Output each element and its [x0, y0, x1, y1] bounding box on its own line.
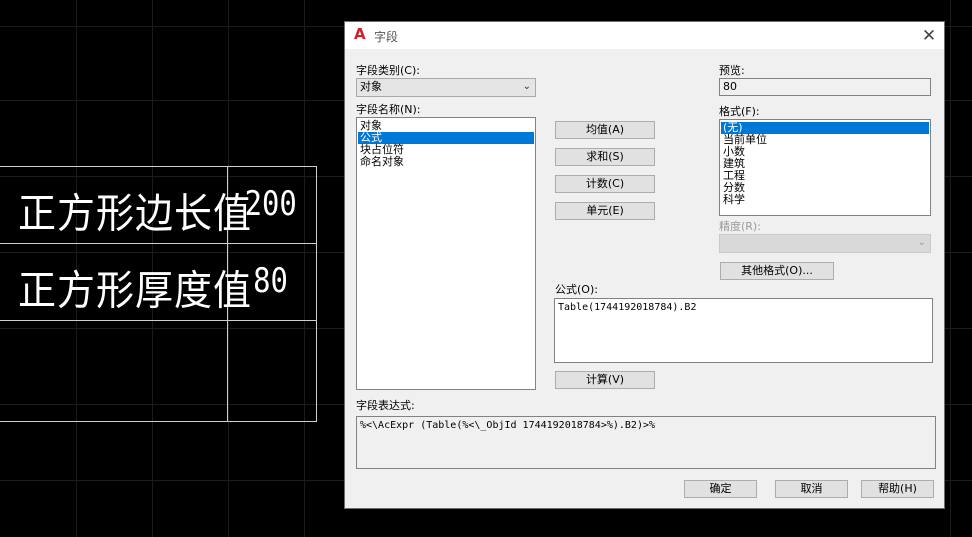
format-label: 格式(F):: [719, 105, 760, 118]
average-button[interactable]: 均值(A): [555, 121, 655, 139]
field-expression-label: 字段表达式:: [356, 399, 415, 412]
preview-label: 预览:: [719, 64, 745, 77]
cancel-button[interactable]: 取消: [775, 480, 848, 498]
field-expression-field[interactable]: %<\AcExpr (Table(%<\_ObjId 1744192018784…: [356, 416, 936, 469]
cad-cell-label-2[interactable]: 正方形厚度值: [18, 257, 252, 316]
chevron-down-icon: ⌄: [522, 81, 531, 92]
field-names-list[interactable]: 对象 公式 块占位符 命名对象: [356, 117, 536, 390]
field-category-select[interactable]: 对象 ⌄: [356, 78, 536, 97]
format-item[interactable]: 科学: [721, 194, 929, 206]
field-name-item[interactable]: 命名对象: [358, 156, 534, 168]
field-names-label: 字段名称(N):: [356, 103, 421, 116]
cell-button[interactable]: 单元(E): [555, 202, 655, 220]
format-item[interactable]: 小数: [721, 146, 929, 158]
dialog-title: 字段: [374, 30, 399, 44]
autocad-logo-icon: A: [354, 25, 366, 43]
cad-table[interactable]: 正方形边长值 200 正方形厚度值 80: [0, 166, 317, 422]
format-item[interactable]: 分数: [721, 182, 929, 194]
format-item[interactable]: 当前单位: [721, 134, 929, 146]
field-category-label: 字段类别(C):: [356, 64, 420, 77]
field-name-item[interactable]: 对象: [358, 120, 534, 132]
field-category-value: 对象: [360, 80, 382, 93]
count-button[interactable]: 计数(C): [555, 175, 655, 193]
preview-field: 80: [719, 78, 931, 96]
format-item[interactable]: 建筑: [721, 158, 929, 170]
cad-cell-label-1[interactable]: 正方形边长值: [18, 180, 252, 239]
field-dialog: A 字段 ✕ 字段类别(C): 对象 ⌄ 字段名称(N): 对象 公式 块占位符…: [344, 21, 945, 509]
other-format-button[interactable]: 其他格式(O)...: [720, 262, 834, 280]
cad-cell-value-2[interactable]: 80: [253, 261, 288, 301]
close-button[interactable]: ✕: [919, 26, 939, 46]
precision-select[interactable]: ⌄: [719, 234, 931, 253]
cad-cell-value-1[interactable]: 200: [245, 184, 297, 224]
format-list[interactable]: (无) 当前单位 小数 建筑 工程 分数 科学: [719, 119, 931, 216]
precision-label: 精度(R):: [719, 220, 761, 233]
dialog-titlebar[interactable]: A 字段 ✕: [345, 22, 944, 49]
help-button[interactable]: 帮助(H): [861, 480, 934, 498]
format-item[interactable]: 工程: [721, 170, 929, 182]
formula-field[interactable]: Table(1744192018784).B2: [554, 298, 933, 363]
evaluate-button[interactable]: 计算(V): [555, 371, 655, 389]
sum-button[interactable]: 求和(S): [555, 148, 655, 166]
chevron-down-icon: ⌄: [917, 237, 926, 248]
formula-label: 公式(O):: [555, 283, 598, 296]
ok-button[interactable]: 确定: [684, 480, 757, 498]
